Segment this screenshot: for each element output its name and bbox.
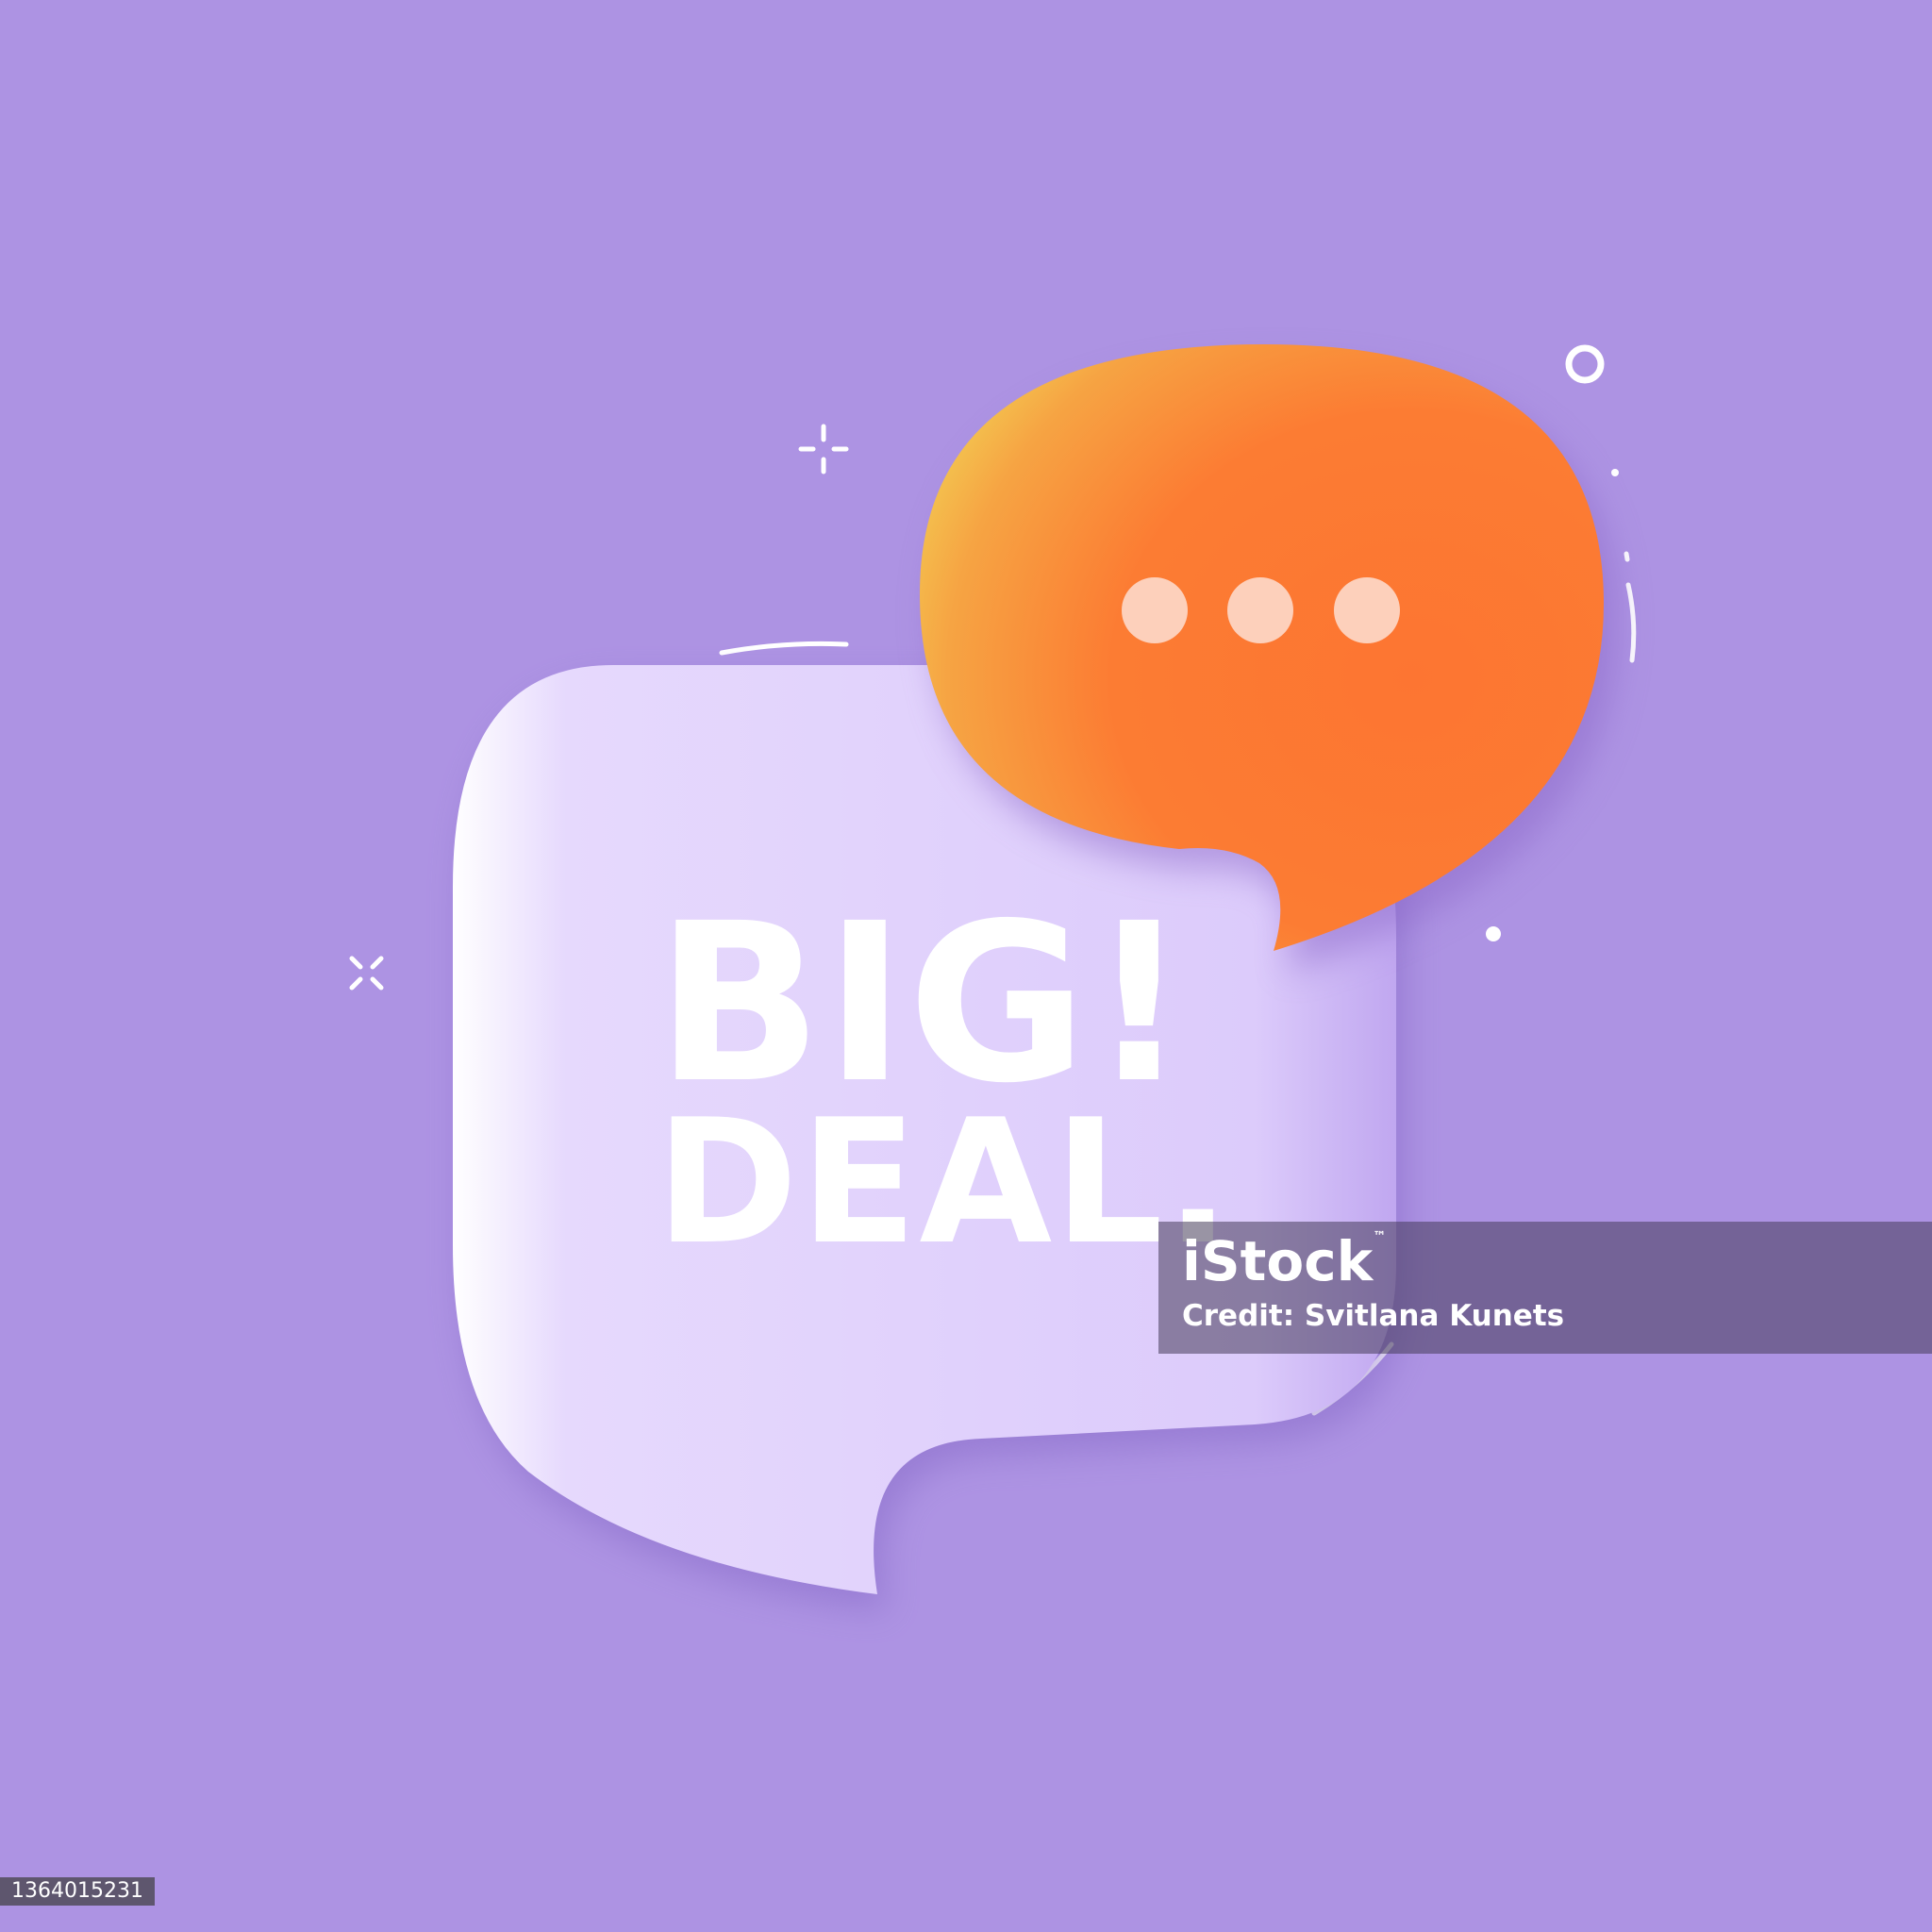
stock-id-label: 1364015231 — [0, 1877, 155, 1906]
headline-big: BIG! — [656, 876, 1191, 1131]
watermark: iStock™ Credit: Svitlana Kunets — [1158, 1222, 1932, 1354]
arc-line — [719, 641, 849, 656]
headline-deal: DEAL. — [656, 1082, 1233, 1282]
watermark-credit: Credit: Svitlana Kunets — [1182, 1299, 1565, 1333]
dot — [1611, 469, 1619, 476]
dot — [1486, 926, 1501, 941]
watermark-brand: iStock — [1182, 1229, 1374, 1293]
trademark-symbol: ™ — [1373, 1229, 1387, 1244]
watermark-logo: iStock™ — [1182, 1229, 1386, 1293]
ellipsis-dots-icon — [1122, 577, 1400, 643]
sparkle-plus-icon — [798, 424, 849, 475]
arc-line — [1625, 582, 1637, 663]
ring-icon — [1565, 344, 1605, 384]
sparkle-x-icon — [349, 956, 384, 991]
